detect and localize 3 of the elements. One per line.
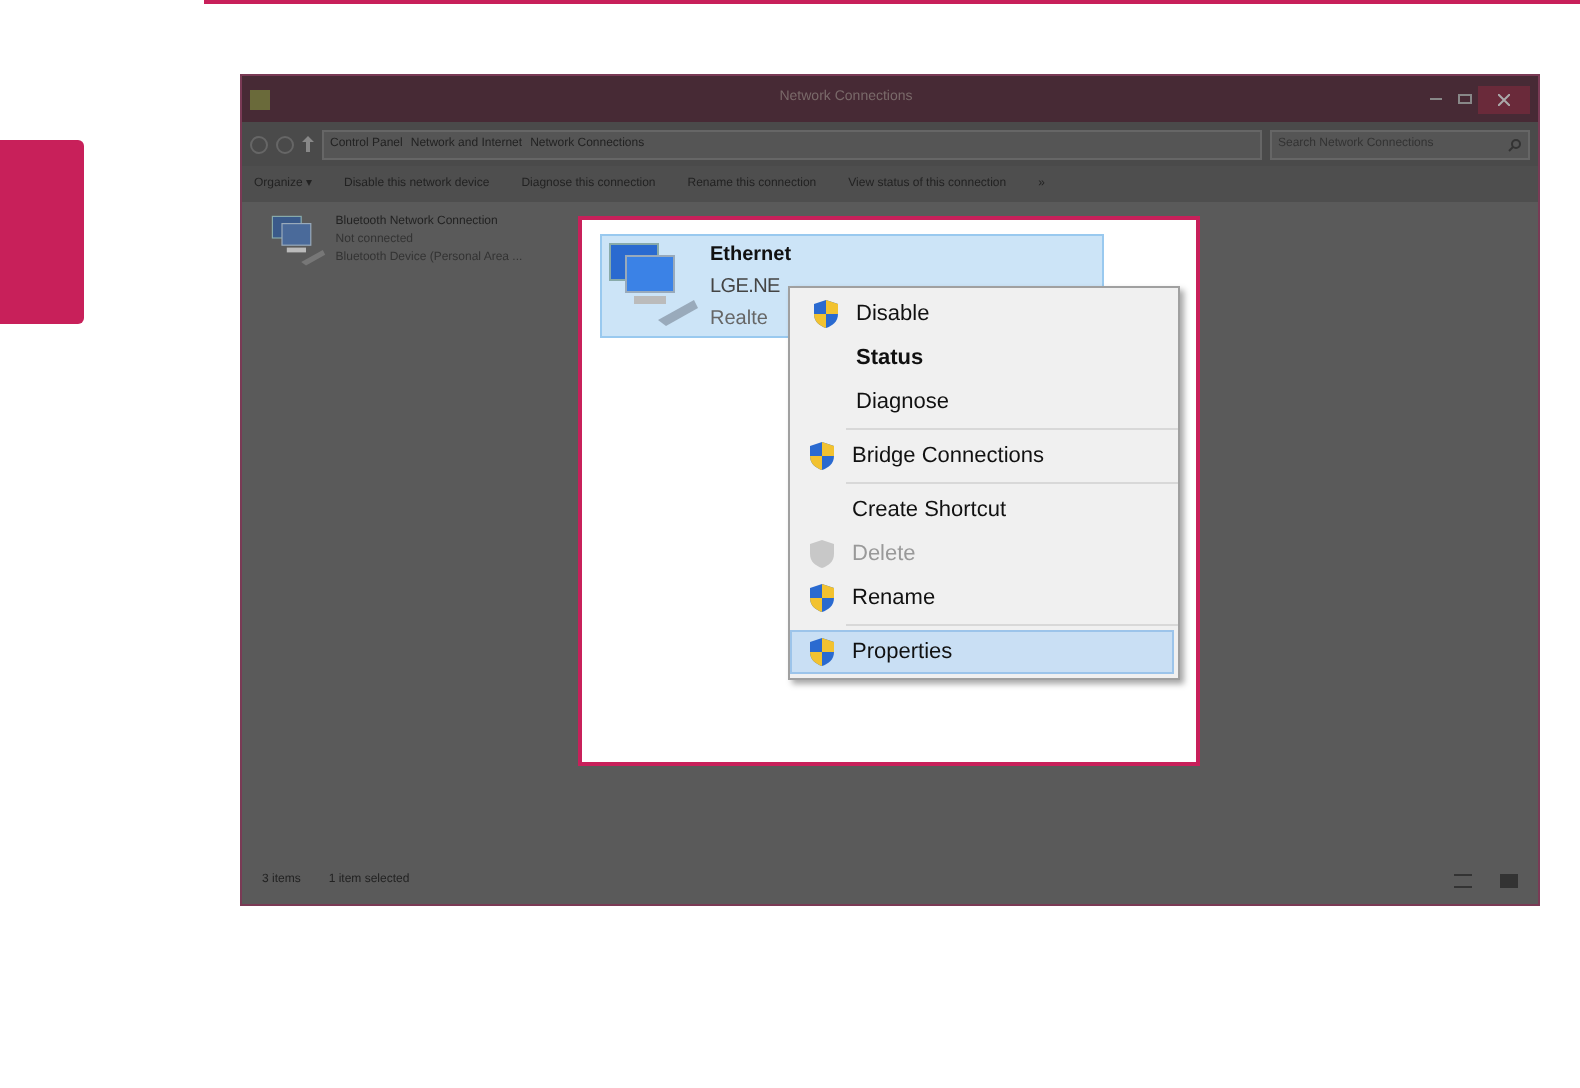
connection-device: Realte xyxy=(710,306,770,334)
connection-name: Ethernet xyxy=(710,242,792,270)
connection-status: LGE.NE xyxy=(710,274,782,302)
